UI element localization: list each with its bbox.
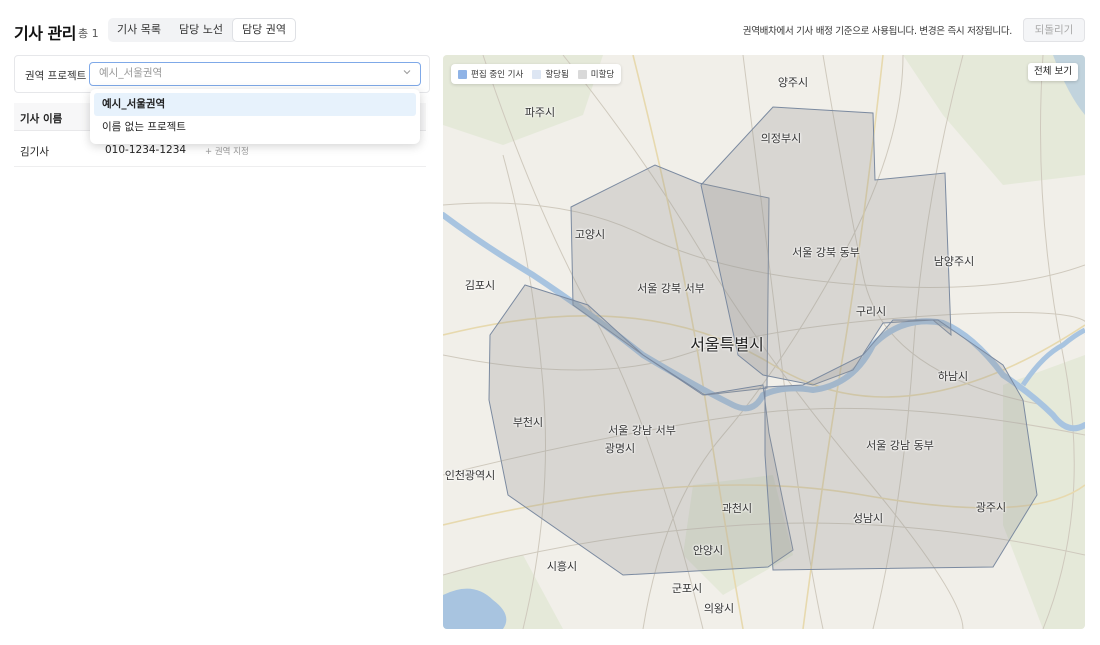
project-label: 권역 프로젝트 [25, 70, 87, 82]
map-label-gwangmyeong: 광명시 [604, 442, 636, 455]
tab-driver-list[interactable]: 기사 목록 [108, 18, 170, 42]
map-label-gimpo: 김포시 [464, 279, 496, 292]
map-label-bucheon: 부천시 [512, 416, 544, 429]
map-label-goyang: 고양시 [574, 228, 606, 241]
map-legend: 편집 중인 기사 할당됨 미할당 [451, 64, 622, 84]
legend-item-editing: 편집 중인 기사 [458, 68, 523, 80]
revert-button[interactable]: 되돌리기 [1023, 18, 1085, 42]
legend-swatch-unassigned [577, 69, 587, 79]
map-label-hanam: 하남시 [937, 370, 969, 383]
hint-text: 권역배차에서 기사 배정 기준으로 사용됩니다. 변경은 즉시 저장됩니다. [742, 26, 1013, 37]
map-label-gunpo: 군포시 [671, 582, 703, 595]
map-label-siheung: 시흥시 [546, 560, 578, 573]
project-select-placeholder: 예시_서울권역 [99, 67, 163, 79]
legend-item-unassigned: 미할당 [577, 68, 615, 80]
map-label-gwangju: 광주시 [975, 501, 1007, 514]
map-label-gangnam-east: 서울 강남 동부 [866, 439, 934, 452]
tab-assigned-routes[interactable]: 담당 노선 [170, 18, 232, 42]
map-label-gangbuk-east: 서울 강북 동부 [792, 246, 860, 259]
legend-item-assigned: 할당됨 [532, 68, 569, 80]
project-select[interactable]: 예시_서울권역 [89, 62, 421, 86]
chevron-down-icon [403, 70, 411, 75]
fullview-button[interactable]: 전체 보기 [1028, 63, 1078, 81]
legend-label-editing: 편집 중인 기사 [471, 70, 524, 80]
map-label-seongnam: 성남시 [852, 512, 884, 525]
driver-phone: 010-1234-1234 [105, 144, 187, 156]
map-label-seoul: 서울특별시 [690, 335, 764, 354]
map-label-anyang: 안양시 [692, 544, 724, 557]
column-header-name: 기사 이름 [20, 113, 63, 125]
map-label-paju: 파주시 [524, 106, 556, 119]
legend-label-unassigned: 미할당 [590, 70, 615, 80]
driver-name: 김기사 [20, 146, 49, 158]
map-label-yangju: 양주시 [777, 76, 809, 89]
map-label-uiwang: 의왕시 [703, 602, 735, 615]
map-label-namyangju: 남양주시 [933, 255, 975, 268]
legend-label-assigned: 할당됨 [545, 70, 569, 80]
dropdown-option-seoul[interactable]: 예시_서울권역 [94, 93, 416, 116]
map-label-guri: 구리시 [855, 305, 887, 318]
legend-swatch-editing [458, 69, 467, 79]
page-title: 기사 관리 [14, 24, 76, 43]
map-label-gangbuk-west: 서울 강북 서부 [637, 282, 705, 295]
map-label-uijeongbu: 의정부시 [760, 132, 802, 145]
map-label-gangnam-west: 서울 강남 서부 [608, 424, 676, 437]
assign-region-link[interactable]: + 권역 지정 [205, 145, 249, 157]
tab-assigned-regions[interactable]: 담당 권역 [231, 18, 296, 42]
total-count: 총 1 [78, 27, 99, 40]
map-label-incheon: 인천광역시 [444, 469, 496, 482]
project-selector-panel: 권역 프로젝트 예시_서울권역 [14, 55, 430, 93]
dropdown-option-unnamed[interactable]: 이름 없는 프로젝트 [94, 116, 416, 139]
project-dropdown: 예시_서울권역 이름 없는 프로젝트 [90, 89, 420, 144]
region-map[interactable]: 편집 중인 기사 할당됨 미할당 전체 보기 양주시 파주시 의정부시 고양시 … [443, 55, 1085, 629]
legend-swatch-assigned [532, 69, 542, 79]
map-label-gwacheon: 과천시 [721, 502, 753, 515]
tab-bar: 기사 목록 담당 노선 담당 권역 [108, 18, 296, 42]
